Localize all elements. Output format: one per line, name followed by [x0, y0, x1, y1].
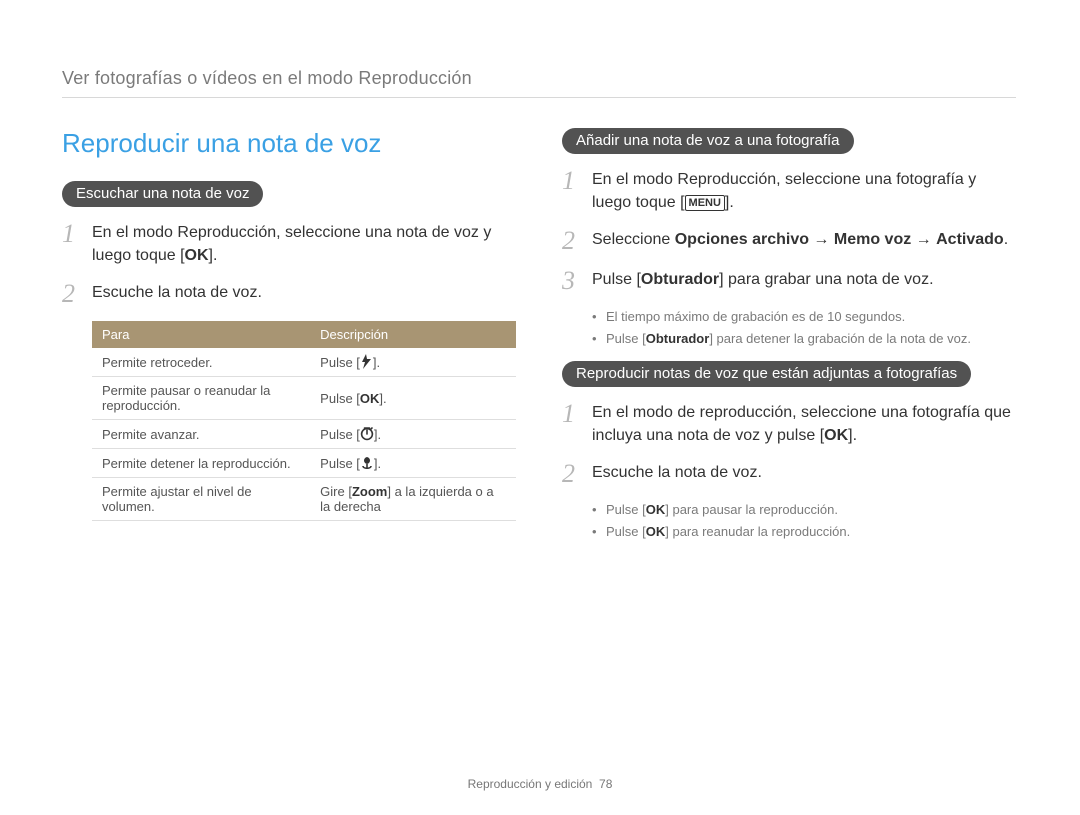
timer-icon [360, 426, 374, 441]
ok-icon: OK [360, 391, 380, 406]
step-number: 2 [562, 228, 580, 254]
list-item: Pulse [OK] para reanudar la reproducción… [592, 523, 1016, 542]
page-footer: Reproducción y edición 78 [0, 777, 1080, 791]
step-number: 2 [562, 461, 580, 487]
table-row: Permite detener la reproducción. Pulse [… [92, 449, 516, 478]
step-number: 1 [562, 168, 580, 214]
step-text: Pulse [Obturador] para grabar una nota d… [592, 268, 1016, 294]
ok-icon: OK [185, 247, 209, 264]
list-item: Pulse [OK] para pausar la reproducción. [592, 501, 1016, 520]
right-column: Añadir una nota de voz a una fotografía … [562, 128, 1016, 554]
breadcrumb: Ver fotografías o vídeos en el modo Repr… [62, 68, 1016, 98]
table-row: Permite retroceder. Pulse []. [92, 348, 516, 377]
flash-icon [360, 354, 373, 369]
step-number: 2 [62, 281, 80, 307]
menu-icon: MENU [685, 195, 725, 211]
step-text: En el modo Reproducción, seleccione una … [92, 221, 516, 267]
step-number: 1 [562, 401, 580, 447]
pill-reproducir: Reproducir notas de voz que están adjunt… [562, 361, 971, 387]
step-text: Escuche la nota de voz. [592, 461, 1016, 487]
step-text: En el modo Reproducción, seleccione una … [592, 168, 1016, 214]
sub-list: Pulse [OK] para pausar la reproducción. … [592, 501, 1016, 542]
ok-icon: OK [646, 524, 666, 539]
ok-icon: OK [824, 427, 848, 444]
table-row: Permite avanzar. Pulse []. [92, 420, 516, 449]
controls-table: Para Descripción Permite retroceder. Pul… [92, 321, 516, 521]
table-header-desc: Descripción [310, 321, 516, 348]
table-row: Permite ajustar el nivel de volumen. Gir… [92, 478, 516, 521]
sub-list: El tiempo máximo de grabación es de 10 s… [592, 308, 1016, 349]
step-text: Escuche la nota de voz. [92, 281, 516, 307]
step-number: 1 [62, 221, 80, 267]
list-item: El tiempo máximo de grabación es de 10 s… [592, 308, 1016, 327]
pill-escuchar: Escuchar una nota de voz [62, 181, 263, 207]
section-title: Reproducir una nota de voz [62, 128, 516, 159]
table-header-para: Para [92, 321, 310, 348]
step-text: Seleccione Opciones archivo → Memo voz →… [592, 228, 1016, 254]
macro-icon [360, 455, 374, 470]
left-column: Reproducir una nota de voz Escuchar una … [62, 128, 516, 554]
step-number: 3 [562, 268, 580, 294]
ok-icon: OK [646, 502, 666, 517]
pill-anadir: Añadir una nota de voz a una fotografía [562, 128, 854, 154]
table-row: Permite pausar o reanudar la reproducció… [92, 377, 516, 420]
list-item: Pulse [Obturador] para detener la grabac… [592, 330, 1016, 349]
step-text: En el modo de reproducción, seleccione u… [592, 401, 1016, 447]
